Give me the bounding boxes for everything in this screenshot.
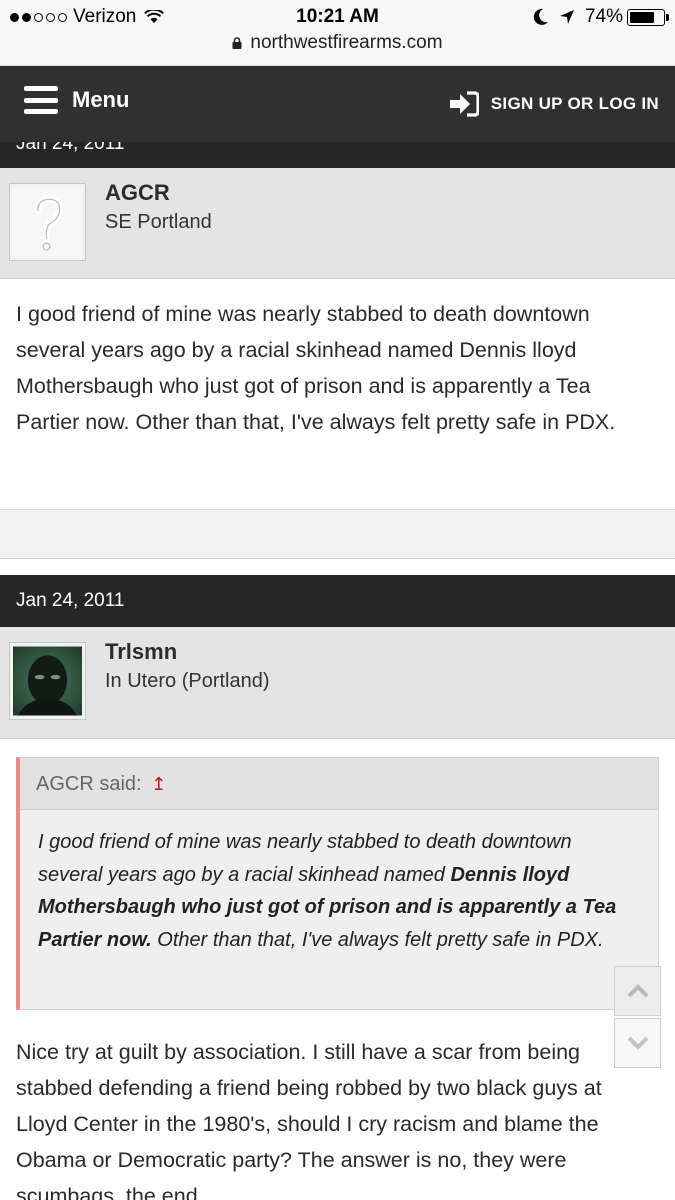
battery-percent: 74%: [584, 6, 623, 27]
status-indicators: 74%: [533, 6, 669, 28]
menu-button[interactable]: Menu: [24, 86, 129, 114]
quote-text-after: Other than that, I've always felt pretty…: [151, 928, 604, 951]
sign-in-icon: [449, 91, 479, 117]
scroll-down-button[interactable]: [614, 1018, 661, 1068]
post-body: I good friend of mine was nearly stabbed…: [16, 302, 616, 434]
sign-up-label: SIGN UP OR LOG IN: [490, 94, 659, 113]
post-author-row: AGCR SE Portland: [0, 168, 675, 279]
sign-up-or-log-in-button[interactable]: SIGN UP OR LOG IN: [449, 91, 659, 117]
status-bar: Verizon 10:21 AM 74% northwestfirearms.c…: [0, 0, 675, 66]
post-date-bar: Jan 24, 2011: [0, 575, 675, 627]
quote-author: AGCR said:: [36, 773, 142, 795]
avatar[interactable]: [9, 642, 86, 720]
post-date: Jan 24, 2011: [16, 142, 125, 154]
battery-icon: [627, 8, 669, 26]
moon-icon: [533, 8, 548, 25]
address-bar[interactable]: northwestfirearms.com: [0, 32, 675, 54]
author-name[interactable]: AGCR: [105, 180, 170, 206]
menu-label: Menu: [72, 87, 130, 112]
author-name[interactable]: Trlsmn: [105, 639, 177, 665]
author-location: SE Portland: [105, 211, 212, 233]
quote-text: I good friend of mine was nearly stabbed…: [20, 810, 658, 956]
hamburger-icon: [24, 86, 58, 114]
scroll-up-button[interactable]: [614, 966, 661, 1016]
post-author-row: Trlsmn In Utero (Portland): [0, 627, 675, 739]
quote-header: AGCR said: ↥: [20, 758, 658, 810]
site-header: Menu SIGN UP OR LOG IN: [0, 66, 675, 142]
url-text: northwestfirearms.com: [250, 32, 443, 53]
lock-icon: [232, 37, 242, 49]
chevron-down-icon: [627, 1036, 648, 1050]
author-location: In Utero (Portland): [105, 670, 270, 692]
post-body: Nice try at guilt by association. I stil…: [16, 1040, 602, 1200]
question-mark-icon: [13, 187, 82, 257]
chevron-up-icon: [627, 984, 648, 998]
location-arrow-icon: [559, 10, 574, 24]
avatar[interactable]: [9, 183, 86, 261]
post-date: Jan 24, 2011: [16, 590, 125, 611]
user-photo: [13, 646, 82, 716]
quote-block: AGCR said: ↥ I good friend of mine was n…: [16, 757, 659, 1010]
post-footer: [0, 509, 675, 559]
jump-to-quote-icon[interactable]: ↥: [151, 774, 166, 794]
post-date-bar: Jan 24, 2011: [0, 142, 675, 168]
